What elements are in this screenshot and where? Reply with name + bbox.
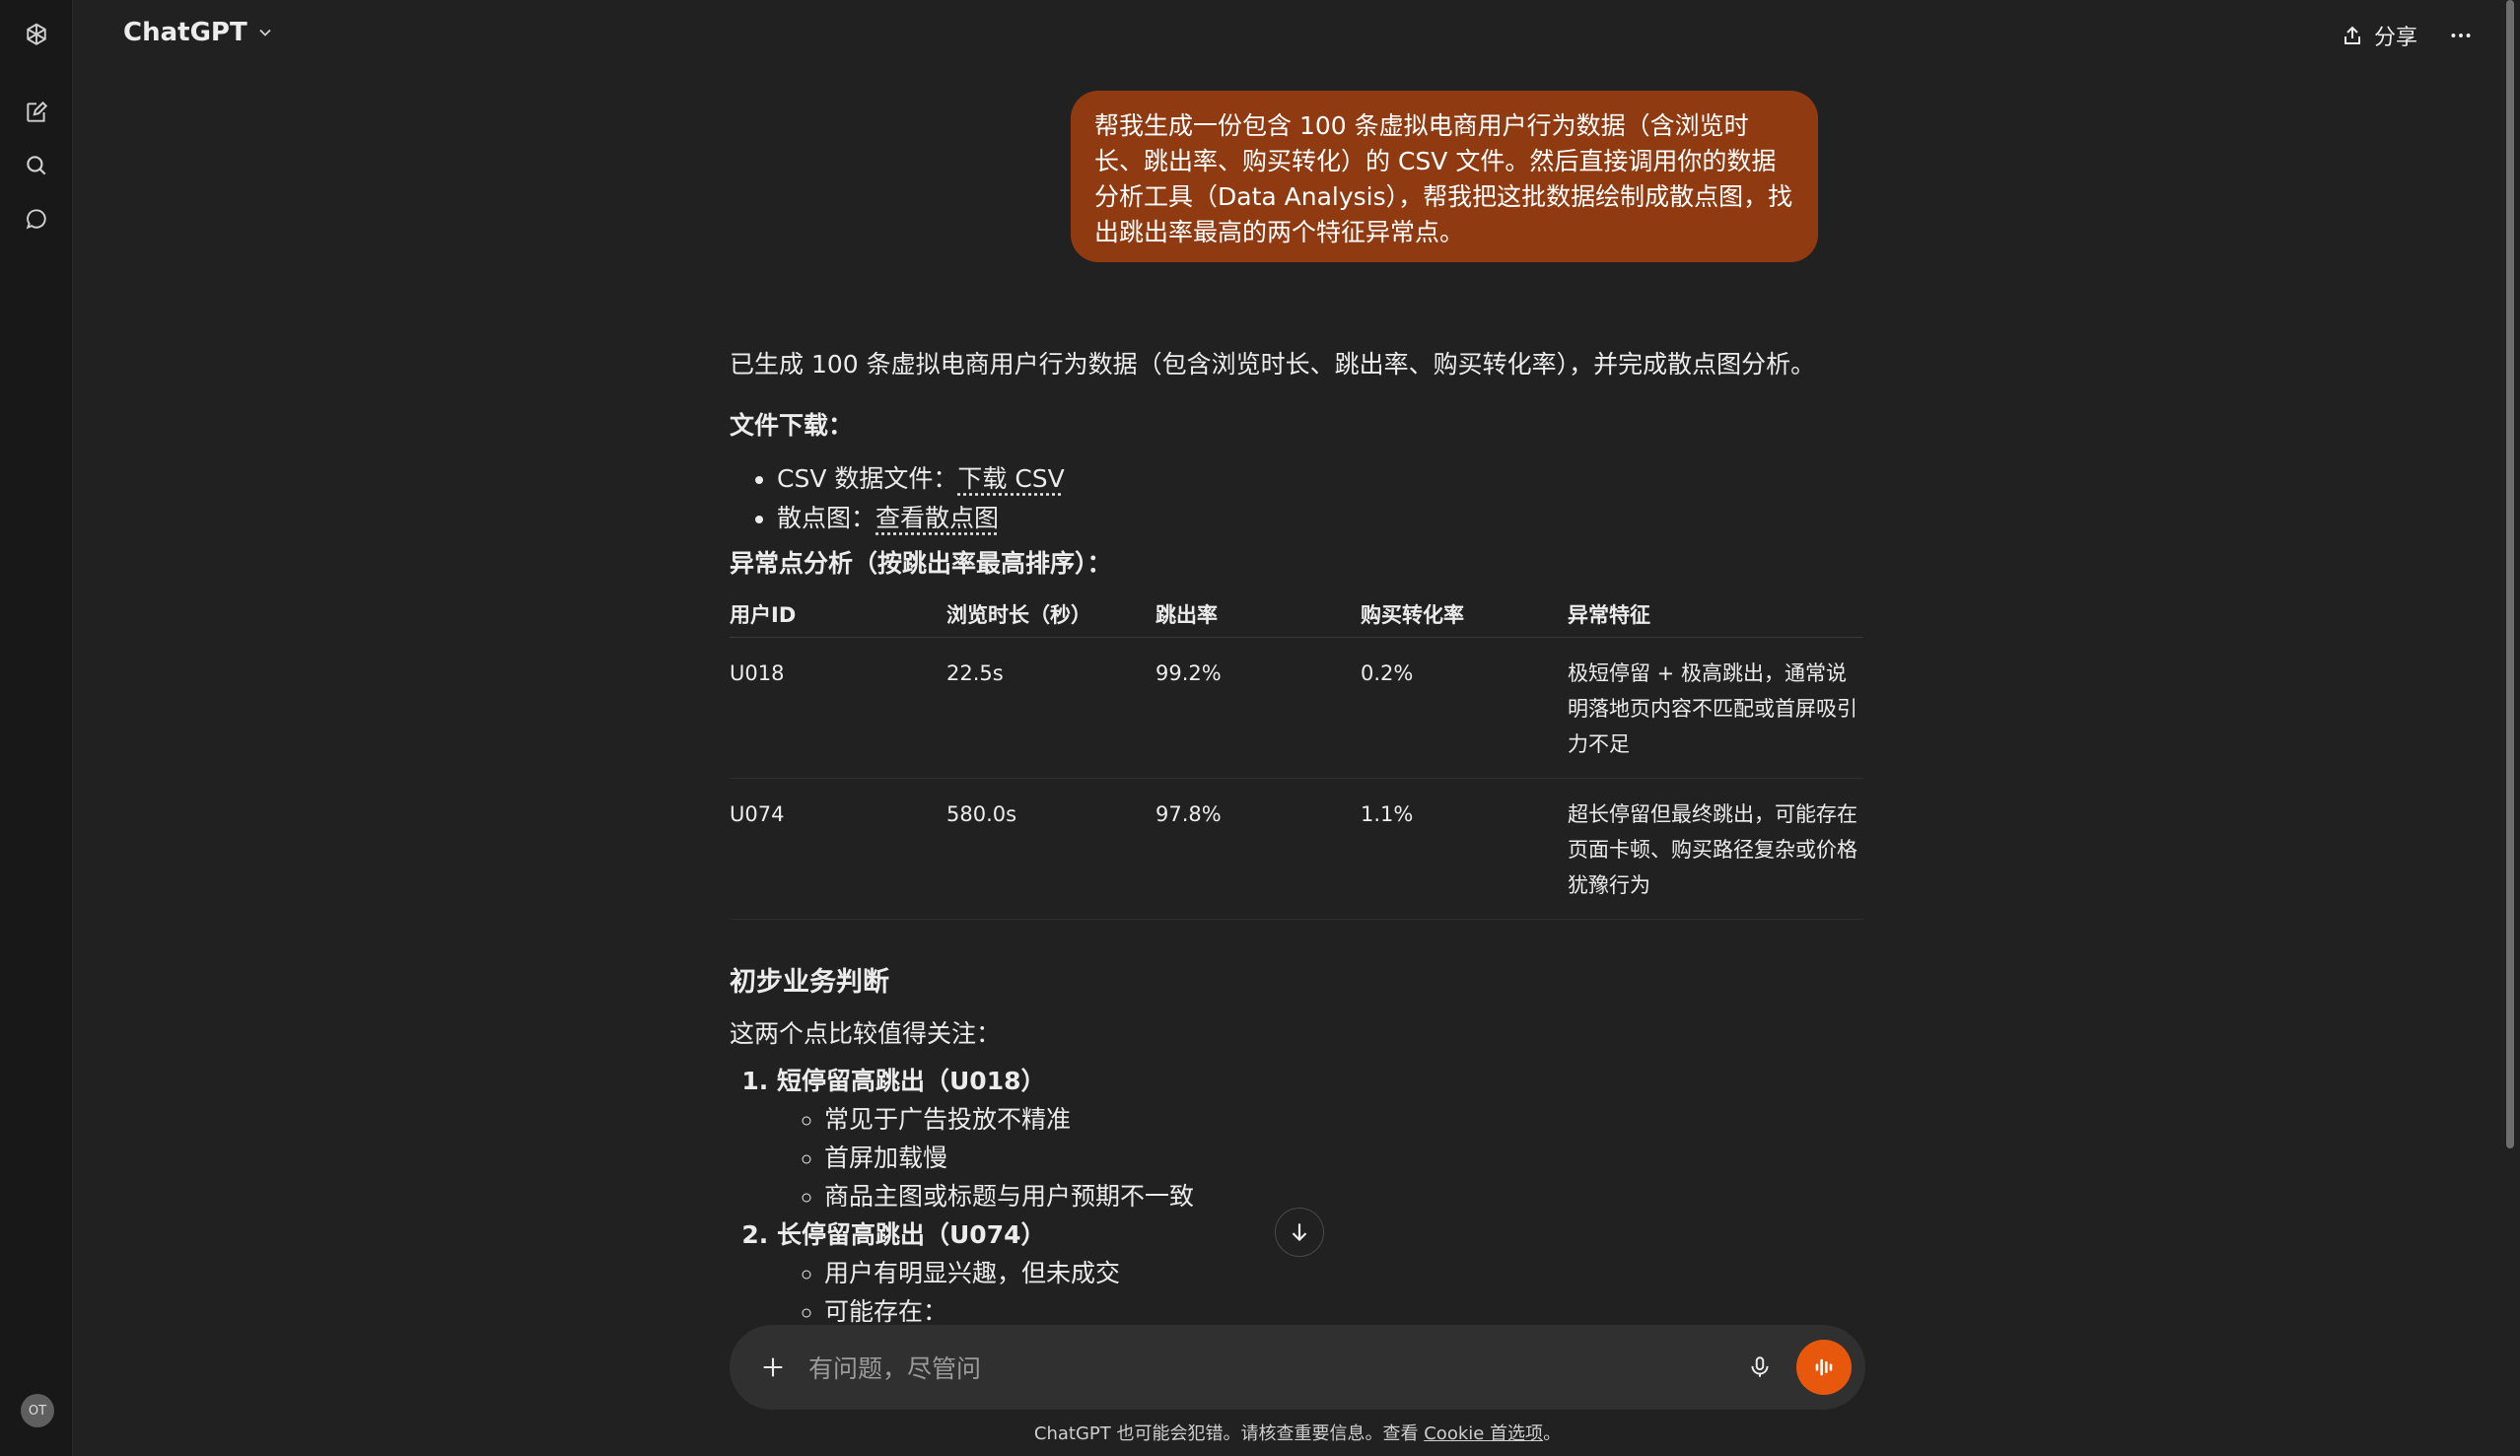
list-item: 常见于广告投放不精准 (824, 1100, 1863, 1139)
new-chat-icon[interactable] (18, 94, 55, 131)
dictate-button[interactable] (1741, 1349, 1779, 1386)
share-button[interactable]: 分享 (2341, 20, 2417, 51)
table-row: U074 580.0s 97.8% 1.1% 超长停留但最终跳出，可能存在页面卡… (730, 778, 1863, 920)
list-item: 商品主图或标题与用户预期不一致 (824, 1177, 1863, 1215)
user-message: 帮我生成一份包含 100 条虚拟电商用户行为数据（含浏览时长、跳出率、购买转化）… (1071, 91, 1818, 262)
judgement-list: 短停留高跳出（U018） 常见于广告投放不精准 首屏加载慢 商品主图或标题与用户… (730, 1062, 1863, 1331)
judgement-heading: 初步业务判断 (730, 967, 889, 998)
table-cell: 0.2% (1361, 637, 1568, 779)
disclaimer: ChatGPT 也可能会犯错。请核查重要信息。查看 Cookie 首选项。 (1033, 1423, 1562, 1444)
table-cell: 极短停留 + 极高跳出，通常说明落地页内容不匹配或首屏吸引力不足 (1568, 637, 1863, 779)
search-icon[interactable] (18, 147, 55, 184)
table-cell: 22.5s (946, 637, 1155, 779)
table-cell: 1.1% (1361, 778, 1568, 920)
files-heading: 文件下载： (730, 411, 854, 440)
column-header: 跳出率 (1155, 591, 1361, 638)
table-cell: U018 (730, 637, 946, 779)
share-label: 分享 (2373, 26, 2417, 50)
list-item: 用户有明显兴趣，但未成交 (824, 1254, 1863, 1292)
more-options-icon[interactable] (2443, 18, 2479, 53)
anomaly-heading: 异常点分析（按跳出率最高排序）： (730, 549, 1112, 578)
voice-waveform-icon (1815, 1358, 1833, 1376)
model-selector[interactable]: ChatGPT (123, 18, 275, 47)
microphone-icon (1751, 1356, 1769, 1377)
list-item: 短停留高跳出（U018） 常见于广告投放不精准 首屏加载慢 商品主图或标题与用户… (777, 1062, 1863, 1215)
scroll-to-bottom-button[interactable] (1275, 1208, 1324, 1257)
table-cell: 580.0s (946, 778, 1155, 920)
message-input[interactable] (806, 1347, 1678, 1390)
chevron-down-icon (259, 29, 271, 36)
avatar[interactable]: OT (21, 1394, 54, 1427)
assistant-message: 已生成 100 条虚拟电商用户行为数据（包含浏览时长、跳出率、购买转化率），并完… (730, 345, 1863, 1331)
table-cell: U074 (730, 778, 946, 920)
answer-intro: 已生成 100 条虚拟电商用户行为数据（包含浏览时长、跳出率、购买转化率），并完… (730, 350, 1816, 379)
chat-bubble-icon[interactable] (18, 200, 55, 238)
arrow-down-icon (1292, 1223, 1307, 1242)
table-header-row: 用户ID 浏览时长（秒） 跳出率 购买转化率 异常特征 (730, 591, 1863, 638)
cookie-preferences-link[interactable]: Cookie 首选项 (1424, 1423, 1543, 1444)
table-row: U018 22.5s 99.2% 0.2% 极短停留 + 极高跳出，通常说明落地… (730, 637, 1863, 779)
scrollbar-thumb[interactable] (2506, 0, 2514, 1148)
download-csv-link[interactable]: 下载 CSV (957, 464, 1064, 493)
view-scatter-link[interactable]: 查看散点图 (875, 504, 999, 532)
table-cell: 97.8% (1155, 778, 1361, 920)
plus-icon (763, 1357, 783, 1377)
judgement-intro: 这两个点比较值得关注： (730, 1019, 1002, 1048)
table-cell: 99.2% (1155, 637, 1361, 779)
share-icon (2344, 26, 2360, 44)
add-attachment-button[interactable] (755, 1350, 791, 1385)
column-header: 用户ID (730, 591, 946, 638)
app-title: ChatGPT (123, 18, 247, 47)
column-header: 浏览时长（秒） (946, 591, 1155, 638)
composer (730, 1325, 1865, 1410)
column-header: 购买转化率 (1361, 591, 1568, 638)
column-header: 异常特征 (1568, 591, 1863, 638)
scrollbar[interactable] (2504, 0, 2516, 1456)
header: ChatGPT 分享 (72, 0, 2520, 71)
list-item: 首屏加载慢 (824, 1139, 1863, 1177)
anomaly-table: 用户ID 浏览时长（秒） 跳出率 购买转化率 异常特征 U018 22.5s 9… (730, 591, 1863, 920)
table-cell: 超长停留但最终跳出，可能存在页面卡顿、购买路径复杂或价格犹豫行为 (1568, 778, 1863, 920)
voice-mode-button[interactable] (1796, 1340, 1852, 1395)
list-item: 散点图：查看散点图 (777, 499, 1863, 538)
file-list: CSV 数据文件：下载 CSV 散点图：查看散点图 (730, 459, 1863, 538)
sidebar: OT (0, 0, 73, 1456)
openai-logo-icon[interactable] (18, 17, 55, 54)
list-item: CSV 数据文件：下载 CSV (777, 459, 1863, 499)
